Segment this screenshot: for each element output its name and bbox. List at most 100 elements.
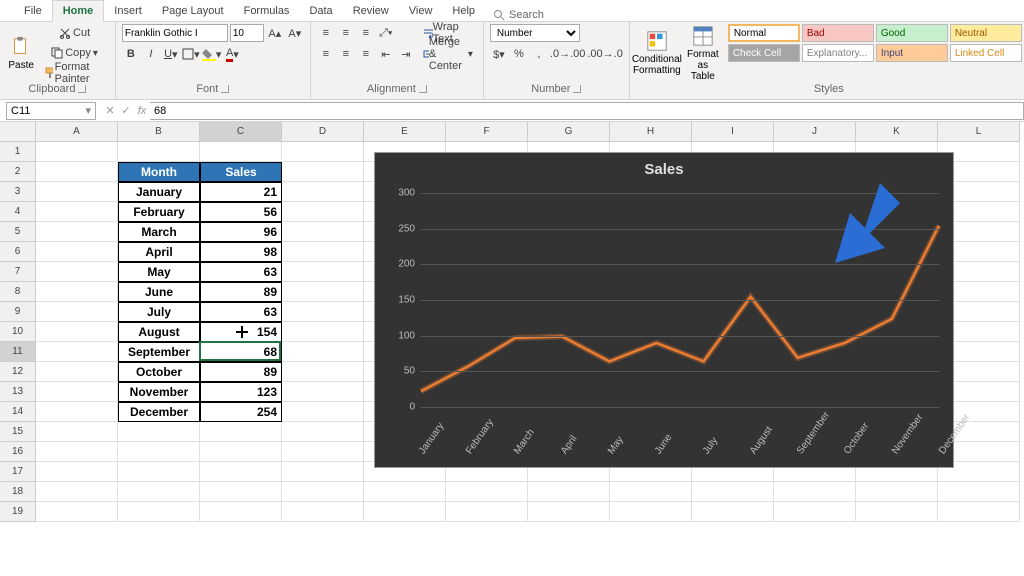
alignment-launcher[interactable] (419, 85, 427, 93)
grow-font-button[interactable]: A▴ (266, 24, 284, 42)
cell-C17[interactable] (200, 462, 282, 482)
cell-D9[interactable] (282, 302, 364, 322)
row-header-4[interactable]: 4 (0, 202, 36, 222)
cell-E18[interactable] (364, 482, 446, 502)
align-top-button[interactable]: ≡ (317, 24, 335, 42)
col-header-H[interactable]: H (610, 122, 692, 142)
cell-B9[interactable]: July (118, 302, 200, 322)
cell-G19[interactable] (528, 502, 610, 522)
cell-A11[interactable] (36, 342, 118, 362)
tab-formulas[interactable]: Formulas (234, 1, 300, 21)
border-button[interactable]: ▾ (182, 45, 200, 63)
cell-B10[interactable]: August (118, 322, 200, 342)
cancel-fx-icon[interactable]: ✕ (102, 104, 118, 117)
cell-B13[interactable]: November (118, 382, 200, 402)
cell-D4[interactable] (282, 202, 364, 222)
cell-C11[interactable]: 68 (200, 342, 282, 362)
col-header-G[interactable]: G (528, 122, 610, 142)
copy-button[interactable]: Copy ▾ (40, 44, 108, 62)
cell-D8[interactable] (282, 282, 364, 302)
cell-K19[interactable] (856, 502, 938, 522)
row-header-12[interactable]: 12 (0, 362, 36, 382)
cell-B6[interactable]: April (118, 242, 200, 262)
style-explanatory[interactable]: Explanatory... (802, 44, 874, 62)
row-header-14[interactable]: 14 (0, 402, 36, 422)
cell-B17[interactable] (118, 462, 200, 482)
format-painter-button[interactable]: Format Painter (40, 64, 108, 82)
cell-A18[interactable] (36, 482, 118, 502)
enter-fx-icon[interactable]: ✓ (118, 104, 134, 117)
row-header-18[interactable]: 18 (0, 482, 36, 502)
percent-button[interactable]: % (510, 45, 528, 63)
col-header-B[interactable]: B (118, 122, 200, 142)
cell-A1[interactable] (36, 142, 118, 162)
col-header-F[interactable]: F (446, 122, 528, 142)
style-linkedcell[interactable]: Linked Cell (950, 44, 1022, 62)
worksheet-grid[interactable]: ABCDEFGHIJKL12MonthSales3January214Febru… (0, 122, 1024, 522)
cell-C4[interactable]: 56 (200, 202, 282, 222)
cell-D1[interactable] (282, 142, 364, 162)
cell-C7[interactable]: 63 (200, 262, 282, 282)
cell-I18[interactable] (692, 482, 774, 502)
formula-input[interactable]: 68 (150, 102, 1024, 120)
paste-button[interactable]: Paste (6, 24, 36, 82)
cell-K18[interactable] (856, 482, 938, 502)
cell-H18[interactable] (610, 482, 692, 502)
tab-view[interactable]: View (399, 1, 443, 21)
cell-B5[interactable]: March (118, 222, 200, 242)
row-header-17[interactable]: 17 (0, 462, 36, 482)
clipboard-launcher[interactable] (78, 85, 86, 93)
row-header-9[interactable]: 9 (0, 302, 36, 322)
tab-home[interactable]: Home (52, 0, 105, 22)
col-header-I[interactable]: I (692, 122, 774, 142)
cell-B2[interactable]: Month (118, 162, 200, 182)
cell-F18[interactable] (446, 482, 528, 502)
cell-D7[interactable] (282, 262, 364, 282)
cell-G18[interactable] (528, 482, 610, 502)
tab-data[interactable]: Data (299, 1, 342, 21)
embedded-chart[interactable]: Sales 050100150200250300JanuaryFebruaryM… (374, 152, 954, 468)
cell-A9[interactable] (36, 302, 118, 322)
row-header-7[interactable]: 7 (0, 262, 36, 282)
row-header-16[interactable]: 16 (0, 442, 36, 462)
cell-B7[interactable]: May (118, 262, 200, 282)
tell-me-search[interactable]: Search (493, 9, 544, 21)
tab-review[interactable]: Review (343, 1, 399, 21)
cell-A15[interactable] (36, 422, 118, 442)
cell-C2[interactable]: Sales (200, 162, 282, 182)
cell-A8[interactable] (36, 282, 118, 302)
cell-D10[interactable] (282, 322, 364, 342)
cell-D6[interactable] (282, 242, 364, 262)
cell-D16[interactable] (282, 442, 364, 462)
row-header-3[interactable]: 3 (0, 182, 36, 202)
orientation-button[interactable]: ⤢▾ (377, 24, 395, 42)
cell-B16[interactable] (118, 442, 200, 462)
cell-A16[interactable] (36, 442, 118, 462)
comma-button[interactable]: , (530, 45, 548, 63)
number-format-combo[interactable]: Number (490, 24, 580, 42)
col-header-J[interactable]: J (774, 122, 856, 142)
align-center-button[interactable]: ≡ (337, 45, 355, 63)
cell-C19[interactable] (200, 502, 282, 522)
cell-A5[interactable] (36, 222, 118, 242)
style-neutral[interactable]: Neutral (950, 24, 1022, 42)
cell-styles-gallery[interactable]: NormalBadGoodNeutralCheck CellExplanator… (728, 24, 1022, 62)
cell-A3[interactable] (36, 182, 118, 202)
row-header-2[interactable]: 2 (0, 162, 36, 182)
cell-C13[interactable]: 123 (200, 382, 282, 402)
italic-button[interactable]: I (142, 45, 160, 63)
align-bottom-button[interactable]: ≡ (357, 24, 375, 42)
style-normal[interactable]: Normal (728, 24, 800, 42)
font-color-button[interactable]: A▾ (223, 45, 241, 63)
cell-D19[interactable] (282, 502, 364, 522)
inc-decimal-button[interactable]: .0→.00 (550, 45, 585, 63)
cell-C10[interactable]: 154 (200, 322, 282, 342)
cell-D14[interactable] (282, 402, 364, 422)
cell-B15[interactable] (118, 422, 200, 442)
bold-button[interactable]: B (122, 45, 140, 63)
format-as-table-button[interactable]: Format as Table (682, 24, 724, 82)
cell-A6[interactable] (36, 242, 118, 262)
tab-insert[interactable]: Insert (104, 1, 152, 21)
cell-B11[interactable]: September (118, 342, 200, 362)
row-header-13[interactable]: 13 (0, 382, 36, 402)
